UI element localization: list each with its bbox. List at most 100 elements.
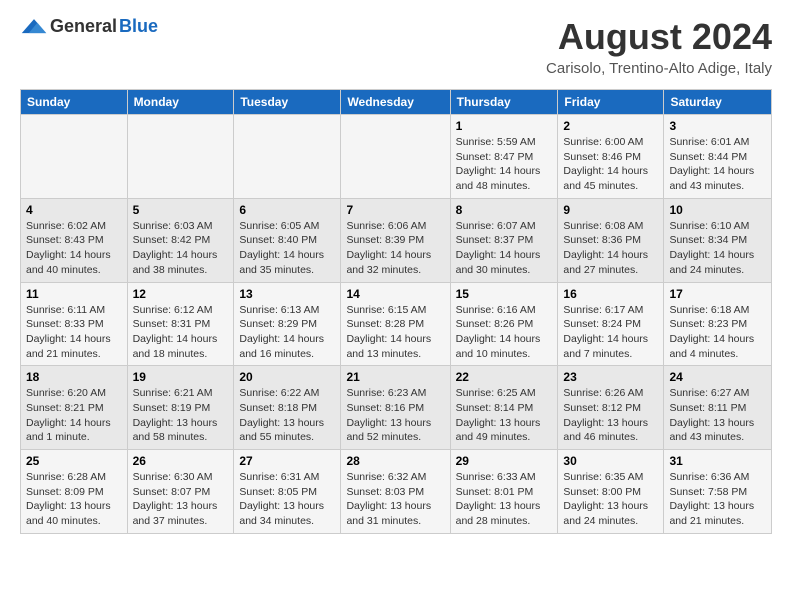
table-row: 7 Sunrise: 6:06 AMSunset: 8:39 PMDaylight… [341, 198, 450, 282]
calendar-week-row: 11Sunrise: 6:11 AMSunset: 8:33 PMDayligh… [21, 282, 772, 366]
table-row: 13Sunrise: 6:13 AMSunset: 8:29 PMDayligh… [234, 282, 341, 366]
table-row: 16 Sunrise: 6:17 AMSunset: 8:24 PMDayligh… [558, 282, 664, 366]
table-row: 22 Sunrise: 6:25 AMSunset: 8:14 PMDayligh… [450, 366, 558, 450]
day-number: 30 [563, 454, 658, 468]
table-row [21, 115, 128, 199]
day-number: 12 [133, 287, 229, 301]
table-row: 26 Sunrise: 6:30 AMSunset: 8:07 PMDayligh… [127, 450, 234, 534]
table-row: 1 Sunrise: 5:59 AMSunset: 8:47 PMDaylight… [450, 115, 558, 199]
day-number: 24 [669, 370, 766, 384]
table-row: 19 Sunrise: 6:21 AMSunset: 8:19 PMDayligh… [127, 366, 234, 450]
col-monday: Monday [127, 90, 234, 115]
table-row [341, 115, 450, 199]
table-row: 5 Sunrise: 6:03 AMSunset: 8:42 PMDaylight… [127, 198, 234, 282]
col-tuesday: Tuesday [234, 90, 341, 115]
day-number: 1 [456, 119, 553, 133]
logo: General Blue [20, 16, 158, 37]
day-number: 16 [563, 287, 658, 301]
day-info: Sunrise: 6:15 AMSunset: 8:28 PMDaylight:… [346, 303, 444, 362]
day-number: 29 [456, 454, 553, 468]
table-row: 18Sunrise: 6:20 AMSunset: 8:21 PMDayligh… [21, 366, 128, 450]
day-info: Sunrise: 6:07 AMSunset: 8:37 PMDaylight:… [456, 219, 553, 278]
day-number: 7 [346, 203, 444, 217]
day-info: Sunrise: 6:06 AMSunset: 8:39 PMDaylight:… [346, 219, 444, 278]
day-info: Sunrise: 6:21 AMSunset: 8:19 PMDaylight:… [133, 386, 229, 445]
table-row: 23 Sunrise: 6:26 AMSunset: 8:12 PMDayligh… [558, 366, 664, 450]
day-number: 5 [133, 203, 229, 217]
col-wednesday: Wednesday [341, 90, 450, 115]
day-number: 6 [239, 203, 335, 217]
col-friday: Friday [558, 90, 664, 115]
day-number: 20 [239, 370, 335, 384]
day-info: Sunrise: 5:59 AMSunset: 8:47 PMDaylight:… [456, 135, 553, 194]
location-subtitle: Carisolo, Trentino-Alto Adige, Italy [546, 60, 772, 77]
table-row: 9Sunrise: 6:08 AMSunset: 8:36 PMDaylight… [558, 198, 664, 282]
table-row: 15 Sunrise: 6:16 AMSunset: 8:26 PMDayligh… [450, 282, 558, 366]
day-info: Sunrise: 6:17 AMSunset: 8:24 PMDaylight:… [563, 303, 658, 362]
calendar-week-row: 25 Sunrise: 6:28 AMSunset: 8:09 PMDayligh… [21, 450, 772, 534]
table-row: 20 Sunrise: 6:22 AMSunset: 8:18 PMDayligh… [234, 366, 341, 450]
calendar-week-row: 4Sunrise: 6:02 AMSunset: 8:43 PMDaylight… [21, 198, 772, 282]
day-info: Sunrise: 6:26 AMSunset: 8:12 PMDaylight:… [563, 386, 658, 445]
day-info: Sunrise: 6:22 AMSunset: 8:18 PMDaylight:… [239, 386, 335, 445]
calendar-week-row: 18Sunrise: 6:20 AMSunset: 8:21 PMDayligh… [21, 366, 772, 450]
day-number: 23 [563, 370, 658, 384]
table-row: 28Sunrise: 6:32 AMSunset: 8:03 PMDayligh… [341, 450, 450, 534]
day-info: Sunrise: 6:16 AMSunset: 8:26 PMDaylight:… [456, 303, 553, 362]
day-info: Sunrise: 6:36 AMSunset: 7:58 PMDaylight:… [669, 470, 766, 529]
day-number: 27 [239, 454, 335, 468]
table-row: 14 Sunrise: 6:15 AMSunset: 8:28 PMDayligh… [341, 282, 450, 366]
day-number: 25 [26, 454, 122, 468]
day-info: Sunrise: 6:28 AMSunset: 8:09 PMDaylight:… [26, 470, 122, 529]
day-info: Sunrise: 6:08 AMSunset: 8:36 PMDaylight:… [563, 219, 658, 278]
col-thursday: Thursday [450, 90, 558, 115]
day-number: 10 [669, 203, 766, 217]
col-saturday: Saturday [664, 90, 772, 115]
day-info: Sunrise: 6:18 AMSunset: 8:23 PMDaylight:… [669, 303, 766, 362]
logo-icon [20, 17, 48, 37]
day-info: Sunrise: 6:01 AMSunset: 8:44 PMDaylight:… [669, 135, 766, 194]
day-info: Sunrise: 6:00 AMSunset: 8:46 PMDaylight:… [563, 135, 658, 194]
day-info: Sunrise: 6:10 AMSunset: 8:34 PMDaylight:… [669, 219, 766, 278]
col-sunday: Sunday [21, 90, 128, 115]
day-number: 3 [669, 119, 766, 133]
table-row: 25 Sunrise: 6:28 AMSunset: 8:09 PMDayligh… [21, 450, 128, 534]
calendar-week-row: 1 Sunrise: 5:59 AMSunset: 8:47 PMDaylight… [21, 115, 772, 199]
table-row: 10 Sunrise: 6:10 AMSunset: 8:34 PMDayligh… [664, 198, 772, 282]
day-number: 17 [669, 287, 766, 301]
calendar-table: Sunday Monday Tuesday Wednesday Thursday… [20, 89, 772, 534]
day-number: 28 [346, 454, 444, 468]
table-row: 17 Sunrise: 6:18 AMSunset: 8:23 PMDayligh… [664, 282, 772, 366]
day-number: 22 [456, 370, 553, 384]
table-row: 12 Sunrise: 6:12 AMSunset: 8:31 PMDayligh… [127, 282, 234, 366]
table-row: 29Sunrise: 6:33 AMSunset: 8:01 PMDayligh… [450, 450, 558, 534]
month-year-title: August 2024 [546, 16, 772, 58]
day-info: Sunrise: 6:05 AMSunset: 8:40 PMDaylight:… [239, 219, 335, 278]
day-info: Sunrise: 6:23 AMSunset: 8:16 PMDaylight:… [346, 386, 444, 445]
table-row: 30 Sunrise: 6:35 AMSunset: 8:00 PMDayligh… [558, 450, 664, 534]
day-number: 31 [669, 454, 766, 468]
day-number: 15 [456, 287, 553, 301]
day-info: Sunrise: 6:20 AMSunset: 8:21 PMDaylight:… [26, 386, 122, 445]
day-number: 4 [26, 203, 122, 217]
day-number: 19 [133, 370, 229, 384]
day-number: 11 [26, 287, 122, 301]
day-number: 14 [346, 287, 444, 301]
day-number: 26 [133, 454, 229, 468]
day-info: Sunrise: 6:12 AMSunset: 8:31 PMDaylight:… [133, 303, 229, 362]
calendar-header-row: Sunday Monday Tuesday Wednesday Thursday… [21, 90, 772, 115]
table-row: 8 Sunrise: 6:07 AMSunset: 8:37 PMDaylight… [450, 198, 558, 282]
day-info: Sunrise: 6:25 AMSunset: 8:14 PMDaylight:… [456, 386, 553, 445]
day-info: Sunrise: 6:03 AMSunset: 8:42 PMDaylight:… [133, 219, 229, 278]
table-row: 4Sunrise: 6:02 AMSunset: 8:43 PMDaylight… [21, 198, 128, 282]
table-row: 6 Sunrise: 6:05 AMSunset: 8:40 PMDaylight… [234, 198, 341, 282]
page-header: General Blue August 2024 Carisolo, Trent… [20, 16, 772, 77]
table-row: 3 Sunrise: 6:01 AMSunset: 8:44 PMDaylight… [664, 115, 772, 199]
day-number: 13 [239, 287, 335, 301]
day-info: Sunrise: 6:35 AMSunset: 8:00 PMDaylight:… [563, 470, 658, 529]
logo-general-text: General [50, 16, 117, 37]
day-info: Sunrise: 6:31 AMSunset: 8:05 PMDaylight:… [239, 470, 335, 529]
table-row: 27 Sunrise: 6:31 AMSunset: 8:05 PMDayligh… [234, 450, 341, 534]
day-info: Sunrise: 6:30 AMSunset: 8:07 PMDaylight:… [133, 470, 229, 529]
day-number: 8 [456, 203, 553, 217]
